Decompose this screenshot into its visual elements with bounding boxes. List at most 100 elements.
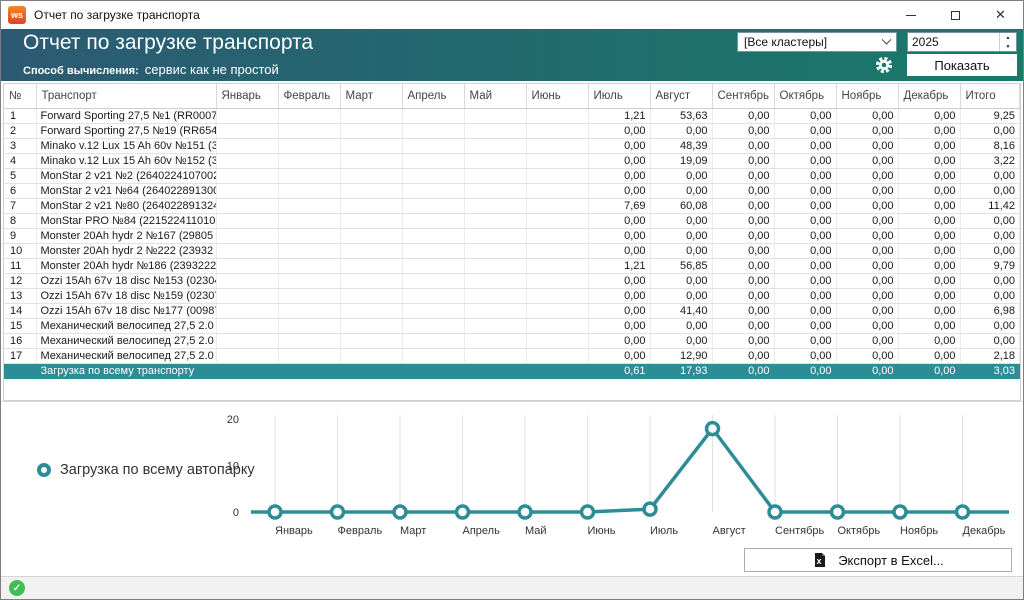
year-up-button[interactable]: ▲ bbox=[1000, 33, 1016, 42]
column-header[interactable]: Ноябрь bbox=[836, 84, 898, 108]
cell bbox=[216, 153, 278, 168]
cell: 0,00 bbox=[588, 288, 650, 303]
maximize-button[interactable] bbox=[933, 1, 978, 29]
year-down-button[interactable]: ▼ bbox=[1000, 42, 1016, 51]
cell bbox=[216, 288, 278, 303]
table-row[interactable]: 11Monster 20Ah hydr №186 (23932221,2156,… bbox=[4, 258, 1020, 273]
cell: 0,00 bbox=[712, 318, 774, 333]
table-row[interactable]: 1Forward Sporting 27,5 №1 (RR00071,2153,… bbox=[4, 108, 1020, 123]
svg-text:Февраль: Февраль bbox=[338, 525, 383, 537]
table-row[interactable]: 7MonStar 2 v21 №80 (2640228913247,6960,0… bbox=[4, 198, 1020, 213]
transport-table: №ТранспортЯнварьФевральМартАпрельМайИюнь… bbox=[4, 84, 1020, 379]
cell: 14 bbox=[4, 303, 36, 318]
table-row[interactable]: 10Monster 20Ah hydr 2 №222 (239320,000,0… bbox=[4, 243, 1020, 258]
cell bbox=[340, 363, 402, 378]
column-header[interactable]: Март bbox=[340, 84, 402, 108]
cell: Minako v.12 Lux 15 Ah 60v №152 (3 bbox=[36, 153, 216, 168]
column-header[interactable]: Октябрь bbox=[774, 84, 836, 108]
table-row[interactable]: 6MonStar 2 v21 №64 (2640228913000,000,00… bbox=[4, 183, 1020, 198]
cell bbox=[216, 303, 278, 318]
cell: 0,00 bbox=[588, 123, 650, 138]
table-row[interactable]: 15Механический велосипед 27,5 2.00,000,0… bbox=[4, 318, 1020, 333]
svg-text:Октябрь: Октябрь bbox=[838, 525, 881, 537]
table-row[interactable]: 3Minako v.12 Lux 15 Ah 60v №151 (30,0048… bbox=[4, 138, 1020, 153]
table-row[interactable]: 2Forward Sporting 27,5 №19 (RR6540,000,0… bbox=[4, 123, 1020, 138]
column-header[interactable]: Август bbox=[650, 84, 712, 108]
cell: Механический велосипед 27,5 2.0 bbox=[36, 318, 216, 333]
table-row[interactable]: 9Monster 20Ah hydr 2 №167 (298050,000,00… bbox=[4, 228, 1020, 243]
table-row[interactable]: 4Minako v.12 Lux 15 Ah 60v №152 (30,0019… bbox=[4, 153, 1020, 168]
cell: Monster 20Ah hydr №186 (2393222 bbox=[36, 258, 216, 273]
summary-row[interactable]: Загрузка по всему транспорту0,6117,930,0… bbox=[4, 363, 1020, 378]
column-header[interactable]: Итого bbox=[960, 84, 1020, 108]
cell bbox=[464, 288, 526, 303]
cell: 0,00 bbox=[588, 228, 650, 243]
cell bbox=[526, 153, 588, 168]
table-row[interactable]: 8MonStar PRO №84 (22152241101020,000,000… bbox=[4, 213, 1020, 228]
settings-button[interactable] bbox=[874, 55, 894, 75]
cell: 0,00 bbox=[898, 258, 960, 273]
export-excel-button[interactable]: x Экспорт в Excel... bbox=[744, 548, 1012, 572]
table-row[interactable]: 13Ozzi 15Ah 67v 18 disc №159 (023070,000… bbox=[4, 288, 1020, 303]
svg-text:x: x bbox=[817, 556, 822, 566]
cell: 0,00 bbox=[774, 318, 836, 333]
column-header[interactable]: Июль bbox=[588, 84, 650, 108]
cell: 0,00 bbox=[650, 318, 712, 333]
cell: 8,16 bbox=[960, 138, 1020, 153]
cell bbox=[340, 258, 402, 273]
cell: 0,00 bbox=[774, 108, 836, 123]
cell bbox=[278, 138, 340, 153]
column-header[interactable]: Транспорт bbox=[36, 84, 216, 108]
svg-text:Декабрь: Декабрь bbox=[963, 525, 1006, 537]
cell: 0,00 bbox=[650, 123, 712, 138]
cell bbox=[216, 198, 278, 213]
column-header[interactable]: Май bbox=[464, 84, 526, 108]
cell: 0,00 bbox=[712, 273, 774, 288]
cell: 0,00 bbox=[712, 363, 774, 378]
cell bbox=[278, 348, 340, 363]
cell: 3,03 bbox=[960, 363, 1020, 378]
table-row[interactable]: 17Механический велосипед 27,5 2.00,0012,… bbox=[4, 348, 1020, 363]
cell bbox=[340, 288, 402, 303]
minimize-button[interactable] bbox=[888, 1, 933, 29]
cell bbox=[464, 168, 526, 183]
column-header[interactable]: Июнь bbox=[526, 84, 588, 108]
cell bbox=[340, 333, 402, 348]
column-header[interactable]: Февраль bbox=[278, 84, 340, 108]
cell bbox=[526, 243, 588, 258]
cell: 0,00 bbox=[898, 123, 960, 138]
cell bbox=[402, 213, 464, 228]
cluster-dropdown[interactable]: [Все кластеры] bbox=[737, 32, 897, 52]
cell: 0,00 bbox=[588, 318, 650, 333]
table-row[interactable]: 14Ozzi 15Ah 67v 18 disc №177 (009870,004… bbox=[4, 303, 1020, 318]
cell: 0,00 bbox=[836, 273, 898, 288]
column-header[interactable]: Декабрь bbox=[898, 84, 960, 108]
cell: 0,00 bbox=[898, 198, 960, 213]
cell bbox=[340, 153, 402, 168]
cell bbox=[464, 303, 526, 318]
cell: 0,00 bbox=[650, 213, 712, 228]
cell: 0,00 bbox=[836, 303, 898, 318]
show-button[interactable]: Показать bbox=[907, 54, 1017, 76]
cell bbox=[402, 363, 464, 378]
table-row[interactable]: 16Механический велосипед 27,5 2.00,000,0… bbox=[4, 333, 1020, 348]
year-input[interactable] bbox=[908, 33, 999, 51]
cell: 0,00 bbox=[960, 333, 1020, 348]
cell: Minako v.12 Lux 15 Ah 60v №151 (3 bbox=[36, 138, 216, 153]
cell: 0,00 bbox=[774, 183, 836, 198]
cell bbox=[526, 318, 588, 333]
cell: Forward Sporting 27,5 №19 (RR654 bbox=[36, 123, 216, 138]
cell: 6 bbox=[4, 183, 36, 198]
table-row[interactable]: 5MonStar 2 v21 №2 (26402241070020,000,00… bbox=[4, 168, 1020, 183]
cell: 0,00 bbox=[774, 243, 836, 258]
column-header[interactable]: Январь bbox=[216, 84, 278, 108]
column-header[interactable]: Апрель bbox=[402, 84, 464, 108]
table-row[interactable]: 12Ozzi 15Ah 67v 18 disc №153 (023040,000… bbox=[4, 273, 1020, 288]
column-header[interactable]: Сентябрь bbox=[712, 84, 774, 108]
cell bbox=[402, 108, 464, 123]
close-button[interactable]: ✕ bbox=[978, 1, 1023, 29]
cell: 0,00 bbox=[588, 243, 650, 258]
cell bbox=[340, 198, 402, 213]
column-header[interactable]: № bbox=[4, 84, 36, 108]
cell bbox=[278, 198, 340, 213]
